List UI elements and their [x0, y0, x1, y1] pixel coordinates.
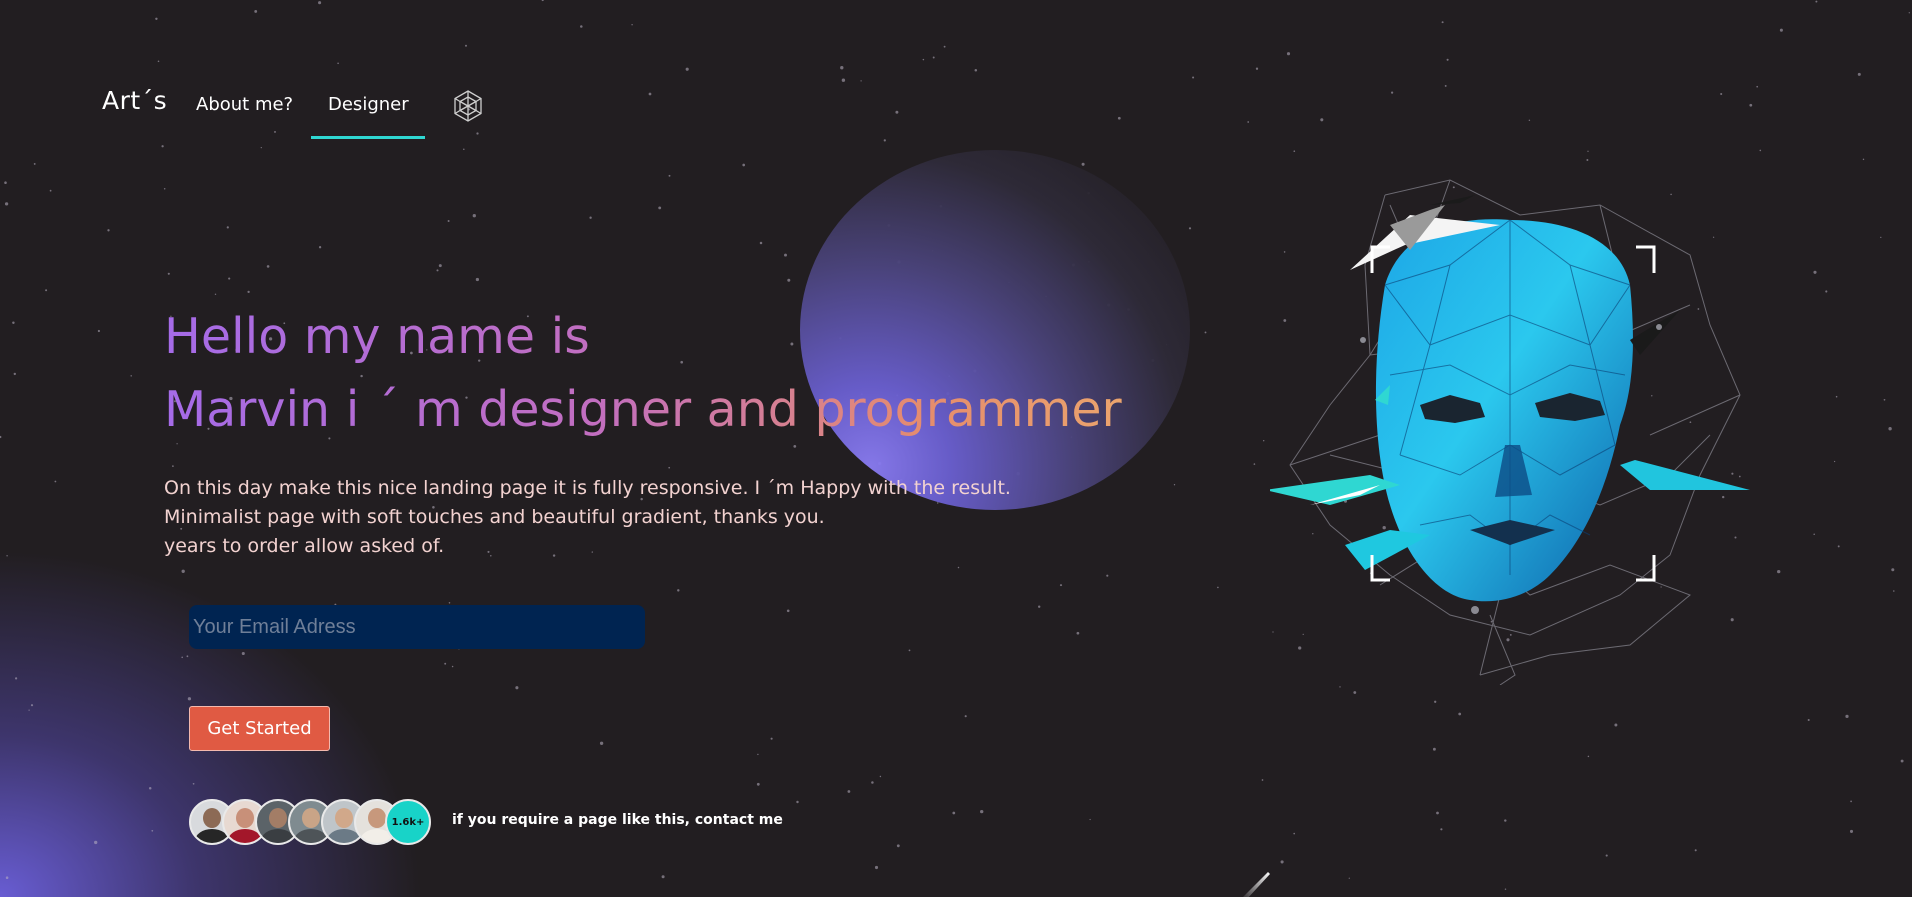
brand-logo[interactable]: Art´s [102, 86, 167, 115]
email-input[interactable] [189, 605, 645, 649]
cube-network-icon[interactable] [450, 88, 486, 124]
description-line-1: On this day make this nice landing page … [164, 477, 1011, 499]
nav-link-about[interactable]: About me? [196, 94, 293, 115]
get-started-button[interactable]: Get Started [189, 706, 330, 751]
hero-headline: Hello my name is Marvin i ´ m designer a… [164, 300, 1122, 446]
count-badge: 1.6k+ [385, 799, 431, 845]
top-navigation: Art´s About me? Designer [0, 0, 700, 140]
description-line-2: Minimalist page with soft touches and be… [164, 506, 825, 528]
active-tab-indicator [311, 136, 425, 139]
shooting-star-decoration [1243, 872, 1270, 897]
contact-text[interactable]: if you require a page like this, contact… [452, 812, 783, 828]
low-poly-face-icon [1270, 179, 1750, 685]
avatar-group: 1.6k+ [189, 799, 439, 845]
nav-link-designer[interactable]: Designer [328, 94, 409, 115]
description-line-3: years to order allow asked of. [164, 535, 445, 557]
headline-line-1: Hello my name is [164, 308, 590, 365]
headline-line-2: Marvin i ´ m designer and programmer [164, 381, 1122, 438]
hero-description: On this day make this nice landing page … [164, 474, 1064, 561]
landing-page: Art´s About me? Designer Hello my name i… [0, 0, 1912, 897]
